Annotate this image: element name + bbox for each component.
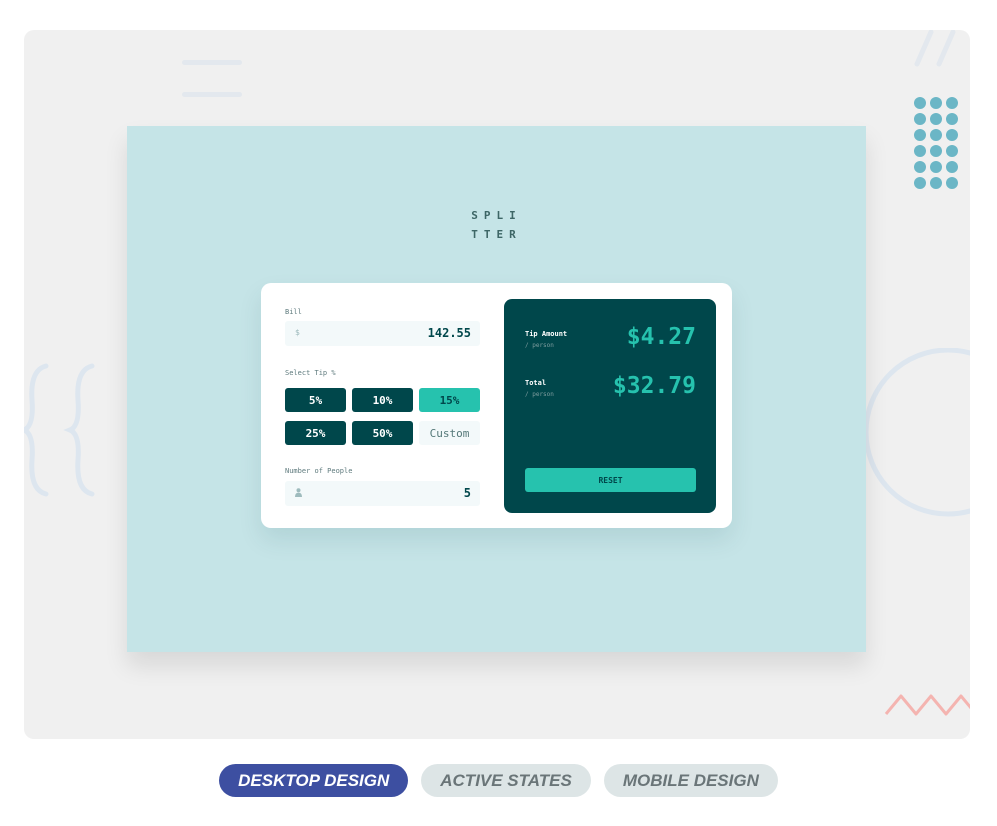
zigzag-decoration: [884, 686, 970, 722]
people-label: Number of People: [285, 467, 353, 475]
select-tip-label: Select Tip %: [285, 369, 336, 377]
person-icon: [295, 488, 302, 499]
total-sub: / person: [525, 391, 554, 398]
calculator-card: Bill $ 142.55 Select Tip % 5% 10% 15% 25…: [261, 283, 732, 528]
logo-line-2: TTER: [471, 228, 522, 241]
logo-line-1: SPLI: [471, 209, 522, 222]
custom-tip-input[interactable]: Custom: [419, 421, 480, 445]
slash-decoration: [909, 30, 970, 70]
design-canvas: SPLI TTER Bill $ 142.55 Select Tip % 5% …: [127, 126, 866, 652]
bill-input[interactable]: $ 142.55: [285, 321, 480, 346]
tip-50-button[interactable]: 50%: [352, 421, 413, 445]
tip-10-button[interactable]: 10%: [352, 388, 413, 412]
people-input[interactable]: 5: [285, 481, 480, 506]
dot-grid-decoration: [913, 96, 963, 192]
dollar-icon: $: [295, 328, 300, 337]
results-panel: Tip Amount / person $4.27 Total / person…: [504, 299, 716, 513]
hamburger-decoration: [182, 58, 246, 102]
tip-amount-label: Tip Amount: [525, 330, 568, 338]
reset-button[interactable]: RESET: [525, 468, 696, 492]
tab-mobile-design[interactable]: MOBILE DESIGN: [603, 764, 778, 797]
tip-15-button[interactable]: 15%: [419, 388, 480, 412]
curly-brace-decoration: [24, 360, 104, 500]
tip-25-button[interactable]: 25%: [285, 421, 346, 445]
tip-amount-value: $4.27: [626, 324, 696, 350]
design-tabs: DESKTOP DESIGN ACTIVE STATES MOBILE DESI…: [0, 764, 997, 797]
splitter-logo: SPLI TTER: [127, 206, 866, 244]
tab-active-states[interactable]: ACTIVE STATES: [421, 764, 591, 797]
tip-amount-sub: / person: [525, 342, 554, 349]
preview-frame: SPLI TTER Bill $ 142.55 Select Tip % 5% …: [24, 30, 970, 739]
bill-label: Bill: [285, 308, 302, 316]
bill-value: 142.55: [427, 326, 471, 340]
tab-desktop-design[interactable]: DESKTOP DESIGN: [219, 764, 409, 797]
circle-decoration: [862, 348, 970, 520]
total-label: Total: [525, 379, 547, 387]
total-value: $32.79: [612, 373, 696, 399]
people-value: 5: [463, 486, 471, 500]
tip-5-button[interactable]: 5%: [285, 388, 346, 412]
